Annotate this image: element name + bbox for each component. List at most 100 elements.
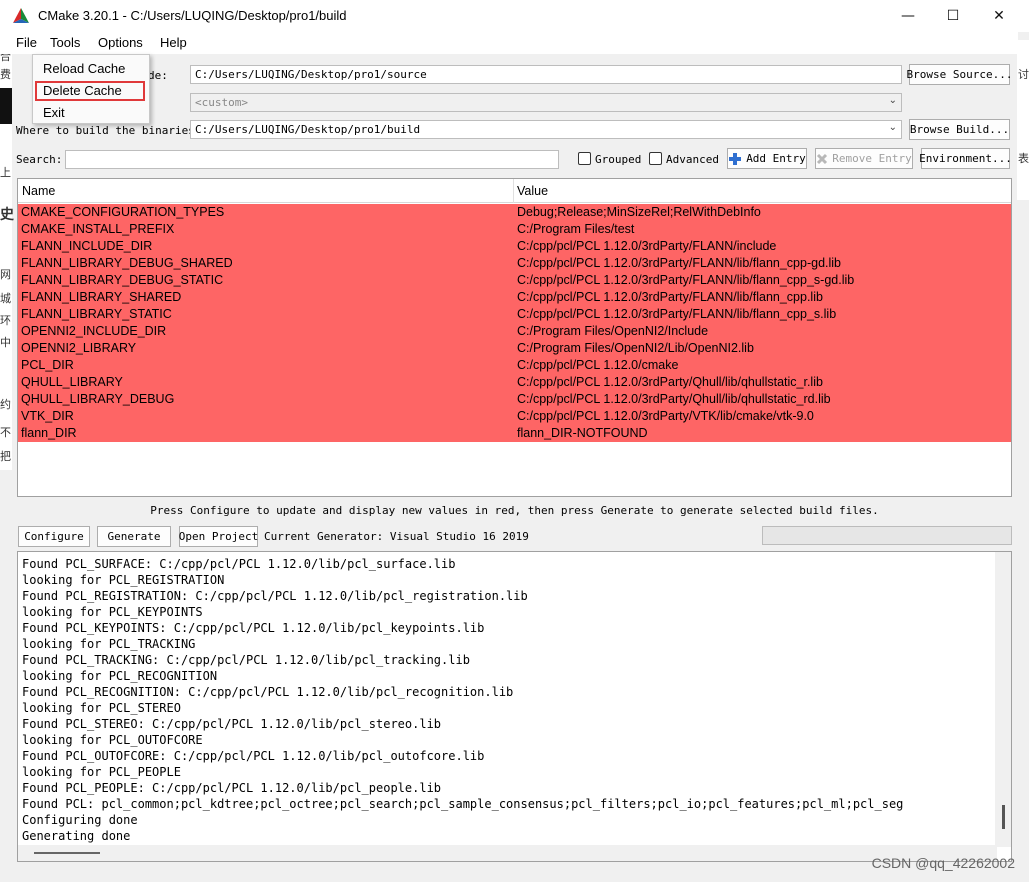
log-line: Found PCL_RECOGNITION: C:/cpp/pcl/PCL 1.… (22, 685, 514, 699)
bg-glyph: 网 (0, 269, 11, 281)
table-row[interactable]: FLANN_INCLUDE_DIR C:/cpp/pcl/PCL 1.12.0/3… (18, 238, 1011, 255)
horizontal-scrollbar-thumb[interactable] (34, 852, 100, 854)
maximize-button[interactable]: ☐ (930, 0, 976, 32)
cache-entry-value: C:/cpp/pcl/PCL 1.12.0/3rdParty/FLANN/lib… (517, 273, 855, 287)
table-row[interactable]: OPENNI2_INCLUDE_DIR C:/Program Files/Open… (18, 323, 1011, 340)
table-row[interactable]: CMAKE_INSTALL_PREFIX C:/Program Files/tes… (18, 221, 1011, 238)
column-header-value[interactable]: Value (517, 184, 548, 198)
menu-item-exit[interactable]: Exit (43, 105, 65, 120)
cache-entry-value: C:/cpp/pcl/PCL 1.12.0/3rdParty/FLANN/lib… (517, 290, 823, 304)
table-row[interactable]: PCL_DIR C:/cpp/pcl/PCL 1.12.0/cmake (18, 357, 1011, 374)
plus-icon (729, 152, 742, 165)
search-input[interactable] (65, 150, 559, 169)
build-dir-select[interactable]: C:/Users/LUQING/Desktop/pro1/build ⌄ (190, 120, 902, 139)
bg-glyph: 表 (1018, 153, 1029, 165)
menu-item-delete-cache[interactable]: Delete Cache (43, 83, 122, 98)
preset-select[interactable]: <custom> ⌄ (190, 93, 902, 112)
remove-entry-button[interactable]: Remove Entry (815, 148, 913, 169)
generate-button[interactable]: Generate (97, 526, 171, 547)
menu-bar: File Tools Options Help (0, 32, 1018, 54)
table-row[interactable]: VTK_DIR C:/cpp/pcl/PCL 1.12.0/3rdParty/VT… (18, 408, 1011, 425)
table-row[interactable]: QHULL_LIBRARY C:/cpp/pcl/PCL 1.12.0/3rdPa… (18, 374, 1011, 391)
table-row[interactable]: QHULL_LIBRARY_DEBUG C:/cpp/pcl/PCL 1.12.0… (18, 391, 1011, 408)
cache-entry-name: QHULL_LIBRARY (21, 375, 123, 389)
build-dir-label: Where to build the binaries: (16, 124, 202, 137)
remove-entry-label: Remove Entry (832, 152, 912, 165)
file-menu-dropdown: Reload Cache Delete Cache Exit (32, 54, 150, 124)
bg-glyph: 史 (0, 206, 14, 222)
table-row[interactable]: FLANN_LIBRARY_DEBUG_SHARED C:/cpp/pcl/PCL… (18, 255, 1011, 272)
log-line: looking for PCL_OUTOFCORE (22, 733, 203, 747)
cache-entry-name: OPENNI2_LIBRARY (21, 341, 137, 355)
close-icon: ✕ (993, 8, 1005, 24)
cache-entry-value: C:/Program Files/OpenNI2/Lib/OpenNI2.lib (517, 341, 754, 355)
cache-entry-value: C:/cpp/pcl/PCL 1.12.0/cmake (517, 358, 679, 372)
column-separator (513, 179, 514, 203)
menu-help[interactable]: Help (160, 35, 187, 50)
cache-entry-value: C:/cpp/pcl/PCL 1.12.0/3rdParty/VTK/lib/c… (517, 409, 814, 423)
bg-glyph: 城 (0, 293, 11, 305)
table-row[interactable]: CMAKE_CONFIGURATION_TYPES Debug;Release;M… (18, 204, 1011, 221)
log-line: looking for PCL_PEOPLE (22, 765, 181, 779)
menu-tools[interactable]: Tools (50, 35, 80, 50)
advanced-checkbox[interactable] (649, 152, 662, 165)
log-line: Found PCL_SURFACE: C:/cpp/pcl/PCL 1.12.0… (22, 557, 456, 571)
source-dir-label: de: (148, 69, 168, 82)
search-label: Search: (16, 153, 63, 166)
log-line: looking for PCL_RECOGNITION (22, 669, 218, 683)
log-line: Found PCL_TRACKING: C:/cpp/pcl/PCL 1.12.… (22, 653, 470, 667)
browse-source-button[interactable]: Browse Source... (907, 64, 1012, 85)
menu-file[interactable]: File (16, 35, 37, 50)
environment-button[interactable]: Environment... (919, 148, 1012, 169)
configure-button[interactable]: Configure (18, 526, 90, 547)
menu-item-reload-cache[interactable]: Reload Cache (43, 61, 125, 76)
vertical-scrollbar[interactable] (995, 552, 1011, 847)
table-row[interactable]: FLANN_LIBRARY_DEBUG_STATIC C:/cpp/pcl/PCL… (18, 272, 1011, 289)
cache-entry-name: FLANN_LIBRARY_DEBUG_SHARED (21, 256, 233, 270)
cache-entry-name: OPENNI2_INCLUDE_DIR (21, 324, 167, 338)
chevron-down-icon: ⌄ (888, 122, 897, 133)
vertical-scrollbar-thumb[interactable] (1002, 805, 1005, 829)
cache-table: Name Value CMAKE_CONFIGURATION_TYPES Debu… (17, 178, 1012, 497)
bg-glyph: 中 (0, 337, 11, 349)
log-line: Generating done (22, 829, 131, 843)
minimize-button[interactable]: — (885, 0, 931, 32)
cache-entry-name: PCL_DIR (21, 358, 74, 372)
configure-hint-text: Press Configure to update and display ne… (150, 504, 879, 517)
source-dir-input[interactable]: C:/Users/LUQING/Desktop/pro1/source (190, 65, 902, 84)
grouped-checkbox[interactable] (578, 152, 591, 165)
output-log-text: Found PCL_SURFACE: C:/cpp/pcl/PCL 1.12.0… (22, 556, 992, 844)
add-entry-button[interactable]: Add Entry (727, 148, 807, 169)
table-row[interactable]: flann_DIR flann_DIR-NOTFOUND (18, 425, 1011, 442)
cache-entry-value: C:/cpp/pcl/PCL 1.12.0/3rdParty/Qhull/lib… (517, 375, 823, 389)
bg-glyph: 上 (0, 167, 11, 179)
maximize-icon: ☐ (946, 8, 960, 24)
progress-bar (762, 526, 1012, 545)
build-dir-value: C:/Users/LUQING/Desktop/pro1/build (195, 123, 421, 136)
cache-entry-name: QHULL_LIBRARY_DEBUG (21, 392, 175, 406)
current-generator-text: Current Generator: Visual Studio 16 2019 (264, 530, 529, 543)
open-project-button[interactable]: Open Project (179, 526, 258, 547)
cache-entry-value: C:/Program Files/OpenNI2/Include (517, 324, 709, 338)
menu-options[interactable]: Options (98, 35, 143, 50)
log-line: looking for PCL_STEREO (22, 701, 181, 715)
cache-entry-name: flann_DIR (21, 426, 77, 440)
background-window-left: 合 费 上 史 网 城 环 中 约 不 把 (0, 40, 14, 470)
remove-x-icon (817, 153, 828, 164)
table-row[interactable]: OPENNI2_LIBRARY C:/Program Files/OpenNI2/… (18, 340, 1011, 357)
log-line: Found PCL_KEYPOINTS: C:/cpp/pcl/PCL 1.12… (22, 621, 485, 635)
log-line: Found PCL_OUTOFCORE: C:/cpp/pcl/PCL 1.12… (22, 749, 485, 763)
cache-entry-name: VTK_DIR (21, 409, 74, 423)
table-row[interactable]: FLANN_LIBRARY_STATIC C:/cpp/pcl/PCL 1.12.… (18, 306, 1011, 323)
column-header-name[interactable]: Name (22, 184, 55, 198)
close-button[interactable]: ✕ (976, 0, 1022, 32)
browse-build-button[interactable]: Browse Build... (909, 119, 1010, 140)
bg-glyph: 把 (0, 451, 11, 463)
chevron-down-icon: ⌄ (888, 95, 897, 106)
log-line: looking for PCL_TRACKING (22, 637, 196, 651)
bg-glyph: 环 (0, 315, 11, 327)
table-row[interactable]: FLANN_LIBRARY_SHARED C:/cpp/pcl/PCL 1.12.… (18, 289, 1011, 306)
bg-glyph: 约 (0, 399, 11, 411)
cache-entry-name: CMAKE_INSTALL_PREFIX (21, 222, 175, 236)
horizontal-scrollbar[interactable] (18, 845, 997, 861)
